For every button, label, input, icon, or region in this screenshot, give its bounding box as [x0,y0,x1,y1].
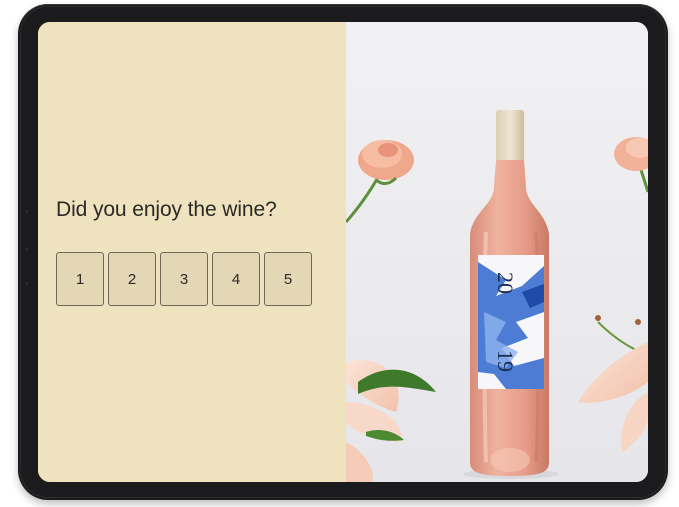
tablet-screen: Did you enjoy the wine? 1 2 3 4 5 20 19 [38,22,648,482]
survey-panel: Did you enjoy the wine? 1 2 3 4 5 [38,22,346,482]
rating-button-1[interactable]: 1 [56,252,104,306]
rating-button-5[interactable]: 5 [264,252,312,306]
rating-options: 1 2 3 4 5 [56,252,312,306]
tablet-frame: Did you enjoy the wine? 1 2 3 4 5 20 19 [18,4,668,500]
tablet-camera [25,248,28,251]
product-photo: 20 19 [346,22,648,482]
label-year-bottom: 19 [493,350,518,372]
rating-button-4[interactable]: 4 [212,252,260,306]
tablet-sensor [25,282,28,285]
label-year-top: 20 [493,272,518,294]
rating-button-2[interactable]: 2 [108,252,156,306]
wine-bottle-photo: 20 19 [346,22,648,482]
tablet-sensor [25,210,28,213]
rating-button-3[interactable]: 3 [160,252,208,306]
survey-question: Did you enjoy the wine? [56,198,277,221]
